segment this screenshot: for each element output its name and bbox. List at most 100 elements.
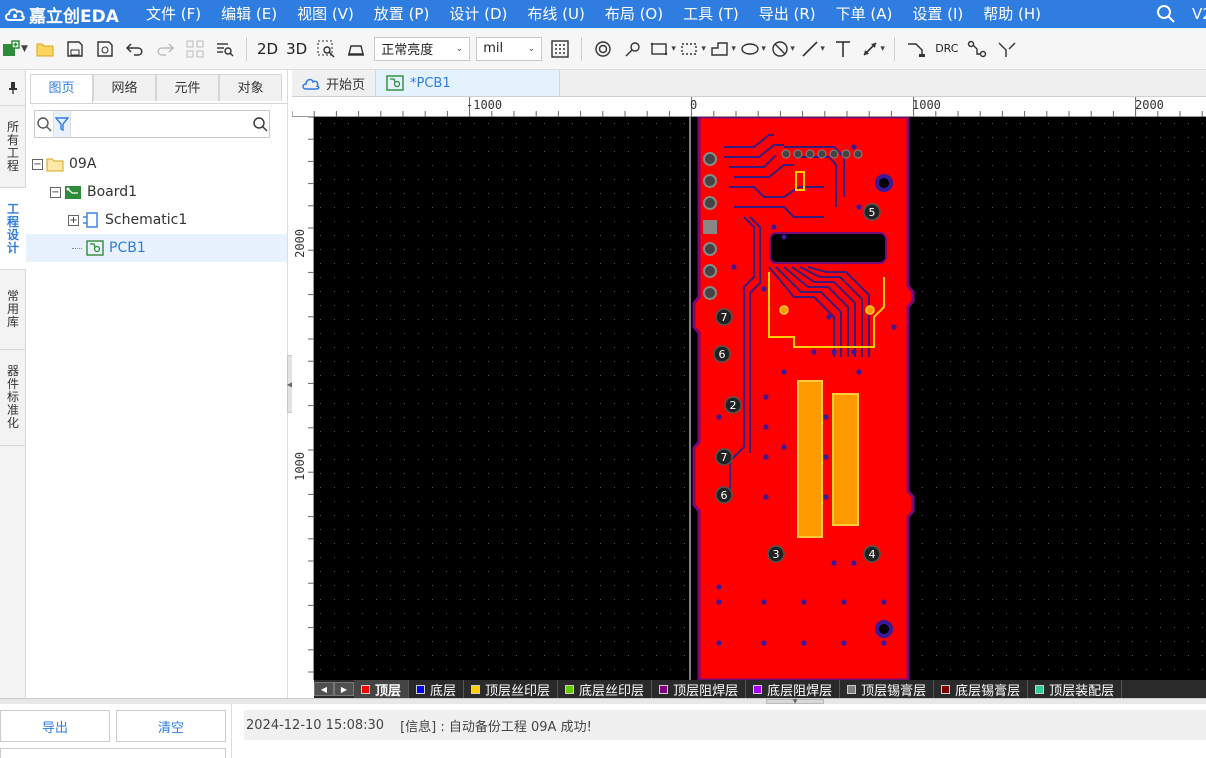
via bbox=[716, 584, 722, 590]
grid-settings-button[interactable] bbox=[547, 35, 573, 63]
polygon-button[interactable]: ▾ bbox=[710, 35, 736, 63]
tab-home[interactable]: 开始页 bbox=[292, 70, 377, 96]
filter-icon[interactable] bbox=[52, 111, 72, 137]
text-button[interactable] bbox=[830, 35, 856, 63]
route-button[interactable] bbox=[903, 35, 929, 63]
chevron-down-icon[interactable]: ▼ bbox=[766, 699, 824, 705]
large-pad-right[interactable] bbox=[832, 393, 859, 526]
place-pad-button[interactable] bbox=[590, 35, 616, 63]
left-vertical-tabs: 所有工程 工程设计 常用库 器件标准化 bbox=[0, 70, 26, 698]
prohibit-region-button[interactable]: ▾ bbox=[770, 35, 796, 63]
tab-components[interactable]: 元件 bbox=[156, 74, 219, 101]
layer-bottom[interactable]: 底层 bbox=[409, 680, 465, 699]
layer-bottom-silk[interactable]: 底层丝印层 bbox=[558, 680, 653, 698]
menu-route[interactable]: 布线 (U) bbox=[517, 0, 594, 28]
document-tabs: 开始页 *PCB1 bbox=[292, 70, 1206, 97]
new-pcb-icon bbox=[3, 39, 20, 56]
menu-edit[interactable]: 编辑 (E) bbox=[211, 0, 287, 28]
brightness-select[interactable]: 正常亮度 ⌄ bbox=[374, 36, 471, 61]
dot-grid-icon bbox=[551, 39, 569, 58]
vtab-device-standardization[interactable]: 器件标准化 bbox=[0, 350, 26, 446]
save-copy-button[interactable] bbox=[92, 35, 118, 63]
board-outline-button[interactable]: ▾ bbox=[650, 35, 676, 63]
place-via-button[interactable] bbox=[620, 35, 646, 63]
layer-top[interactable]: 顶层 bbox=[354, 680, 410, 698]
via bbox=[763, 494, 769, 500]
menu-view[interactable]: 视图 (V) bbox=[287, 0, 364, 28]
app-logo[interactable]: 嘉立创EDA bbox=[0, 0, 136, 28]
view-3d-button[interactable]: 3D bbox=[282, 40, 311, 58]
via bbox=[826, 314, 832, 320]
layer-top-assembly[interactable]: 顶层装配层 bbox=[1028, 680, 1123, 698]
find-replace-button[interactable] bbox=[212, 35, 238, 63]
zoom-fit-button[interactable] bbox=[313, 35, 339, 63]
tab-objects[interactable]: 对象 bbox=[219, 74, 282, 101]
tree-item-pcb[interactable]: PCB1 bbox=[26, 234, 287, 262]
expand-icon[interactable]: + bbox=[68, 214, 79, 226]
menu-settings[interactable]: 设置 (I) bbox=[902, 0, 973, 28]
save-button[interactable] bbox=[62, 35, 88, 63]
open-button[interactable] bbox=[32, 35, 58, 63]
region-button[interactable]: ▾ bbox=[680, 35, 706, 63]
dimension-button[interactable]: ▾ bbox=[860, 35, 886, 63]
menu-design[interactable]: 设计 (D) bbox=[439, 0, 517, 28]
vtab-project-design[interactable]: 工程设计 bbox=[0, 188, 26, 270]
new-document-button[interactable]: ▼ bbox=[2, 35, 28, 63]
search-icon[interactable] bbox=[35, 111, 53, 137]
tab-pcb1[interactable]: *PCB1 bbox=[376, 70, 561, 96]
layer-scroll-left-button[interactable]: ◀ bbox=[314, 682, 334, 696]
search-input[interactable] bbox=[71, 112, 252, 136]
menu-file[interactable]: 文件 (F) bbox=[136, 0, 211, 28]
tab-nets[interactable]: 网络 bbox=[93, 74, 156, 101]
unit-select[interactable]: mil ⌄ bbox=[476, 36, 543, 61]
layer-top-paste-label: 顶层锡膏层 bbox=[861, 683, 927, 699]
differential-pair-button[interactable] bbox=[994, 35, 1020, 63]
pin-panel-button[interactable] bbox=[0, 70, 26, 106]
tab-pages[interactable]: 图页 bbox=[30, 74, 93, 103]
brightness-toggle-button[interactable] bbox=[343, 35, 369, 63]
view-2d-button[interactable]: 2D bbox=[253, 40, 282, 58]
via-icon bbox=[625, 41, 640, 56]
vtab-common-library[interactable]: 常用库 bbox=[0, 270, 26, 350]
connect-button[interactable] bbox=[964, 35, 990, 63]
collapse-icon[interactable]: − bbox=[50, 186, 61, 198]
search-submit-icon[interactable] bbox=[251, 111, 269, 137]
menu-layout[interactable]: 布局 (O) bbox=[595, 0, 673, 28]
via bbox=[831, 560, 837, 566]
line-button[interactable]: ▾ bbox=[800, 35, 826, 63]
menu-help[interactable]: 帮助 (H) bbox=[973, 0, 1051, 28]
tree-item-project[interactable]: − 09A bbox=[26, 150, 287, 178]
menu-tools[interactable]: 工具 (T) bbox=[673, 0, 749, 28]
layer-bottom-solder-mask[interactable]: 底层阻焊层 bbox=[746, 680, 841, 698]
vtab-device-standardization-label: 器件标准化 bbox=[6, 364, 19, 430]
menu-order[interactable]: 下单 (A) bbox=[826, 0, 903, 28]
tree-item-board[interactable]: − Board1 bbox=[26, 178, 287, 206]
ellipse-button[interactable]: ▾ bbox=[740, 35, 766, 63]
menu-place[interactable]: 放置 (P) bbox=[364, 0, 440, 28]
layer-top-silk[interactable]: 顶层丝印层 bbox=[464, 680, 559, 698]
tree-item-schematic[interactable]: + Schematic1 bbox=[26, 206, 287, 234]
layer-bar: ◀ ▶ 顶层 底层 顶层丝印层 底层丝印层 顶层阻焊层 底层阻焊层 顶层锡膏层 … bbox=[314, 680, 1206, 698]
via bbox=[801, 599, 807, 605]
layer-scroll-right-button[interactable]: ▶ bbox=[334, 682, 354, 696]
line-icon bbox=[802, 40, 818, 57]
redo-button[interactable] bbox=[152, 35, 178, 63]
log-filter-box[interactable] bbox=[0, 748, 226, 758]
hole-number-label: 3 bbox=[773, 548, 780, 561]
layer-bottom-paste[interactable]: 底层锡膏层 bbox=[934, 680, 1029, 698]
pcb-canvas[interactable]: 5 7 6 2 7 6 3 4 bbox=[314, 117, 1206, 680]
large-pad-left[interactable] bbox=[797, 380, 823, 538]
menu-export[interactable]: 导出 (R) bbox=[749, 0, 826, 28]
grid-arrange-button[interactable] bbox=[182, 35, 208, 63]
vtab-all-projects[interactable]: 所有工程 bbox=[0, 106, 26, 188]
collapse-icon[interactable]: − bbox=[32, 158, 43, 170]
clear-log-button[interactable]: 清空 bbox=[116, 710, 226, 742]
search-icon[interactable] bbox=[1156, 4, 1176, 24]
export-log-button[interactable]: 导出 bbox=[0, 710, 110, 742]
layer-top-paste[interactable]: 顶层锡膏层 bbox=[840, 680, 935, 699]
drc-button[interactable]: DRC bbox=[931, 42, 962, 55]
undo-button[interactable] bbox=[122, 35, 148, 63]
layer-bottom-label: 底层 bbox=[430, 683, 457, 699]
via bbox=[716, 640, 722, 646]
layer-top-solder-mask[interactable]: 顶层阻焊层 bbox=[652, 680, 747, 698]
